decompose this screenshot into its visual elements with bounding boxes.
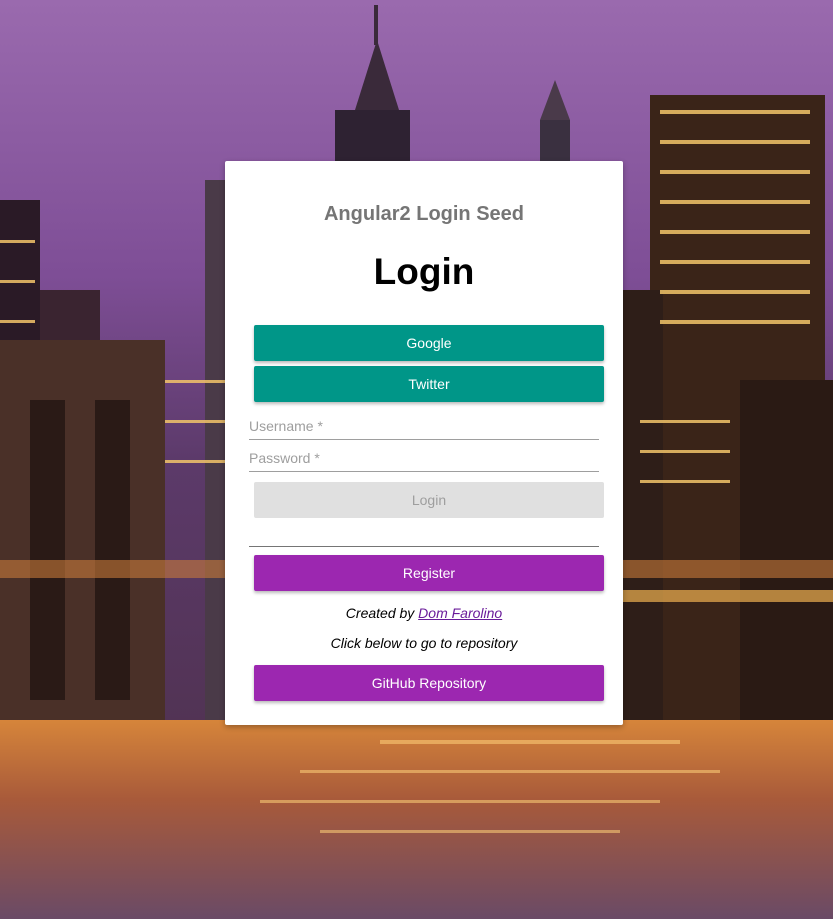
login-submit-button[interactable]: Login — [254, 482, 604, 518]
password-field-wrapper — [249, 447, 599, 472]
google-login-button[interactable]: Google — [254, 325, 604, 361]
password-field[interactable] — [249, 447, 599, 469]
twitter-login-button[interactable]: Twitter — [254, 366, 604, 402]
divider — [249, 546, 599, 547]
repo-hint: Click below to go to repository — [330, 635, 518, 651]
login-heading: Login — [373, 251, 475, 292]
created-by-prefix: Created by — [345, 605, 415, 621]
username-field-wrapper — [249, 415, 599, 440]
author-link[interactable]: Dom Farolino — [418, 605, 502, 621]
login-card: Angular2 Login Seed Login Google Twitter… — [225, 161, 623, 725]
github-repository-button[interactable]: GitHub Repository — [254, 665, 604, 701]
username-field[interactable] — [249, 415, 599, 437]
created-by-line: Created by Dom Farolino — [225, 605, 623, 621]
app-title: Angular2 Login Seed — [323, 203, 525, 225]
register-button[interactable]: Register — [254, 555, 604, 591]
